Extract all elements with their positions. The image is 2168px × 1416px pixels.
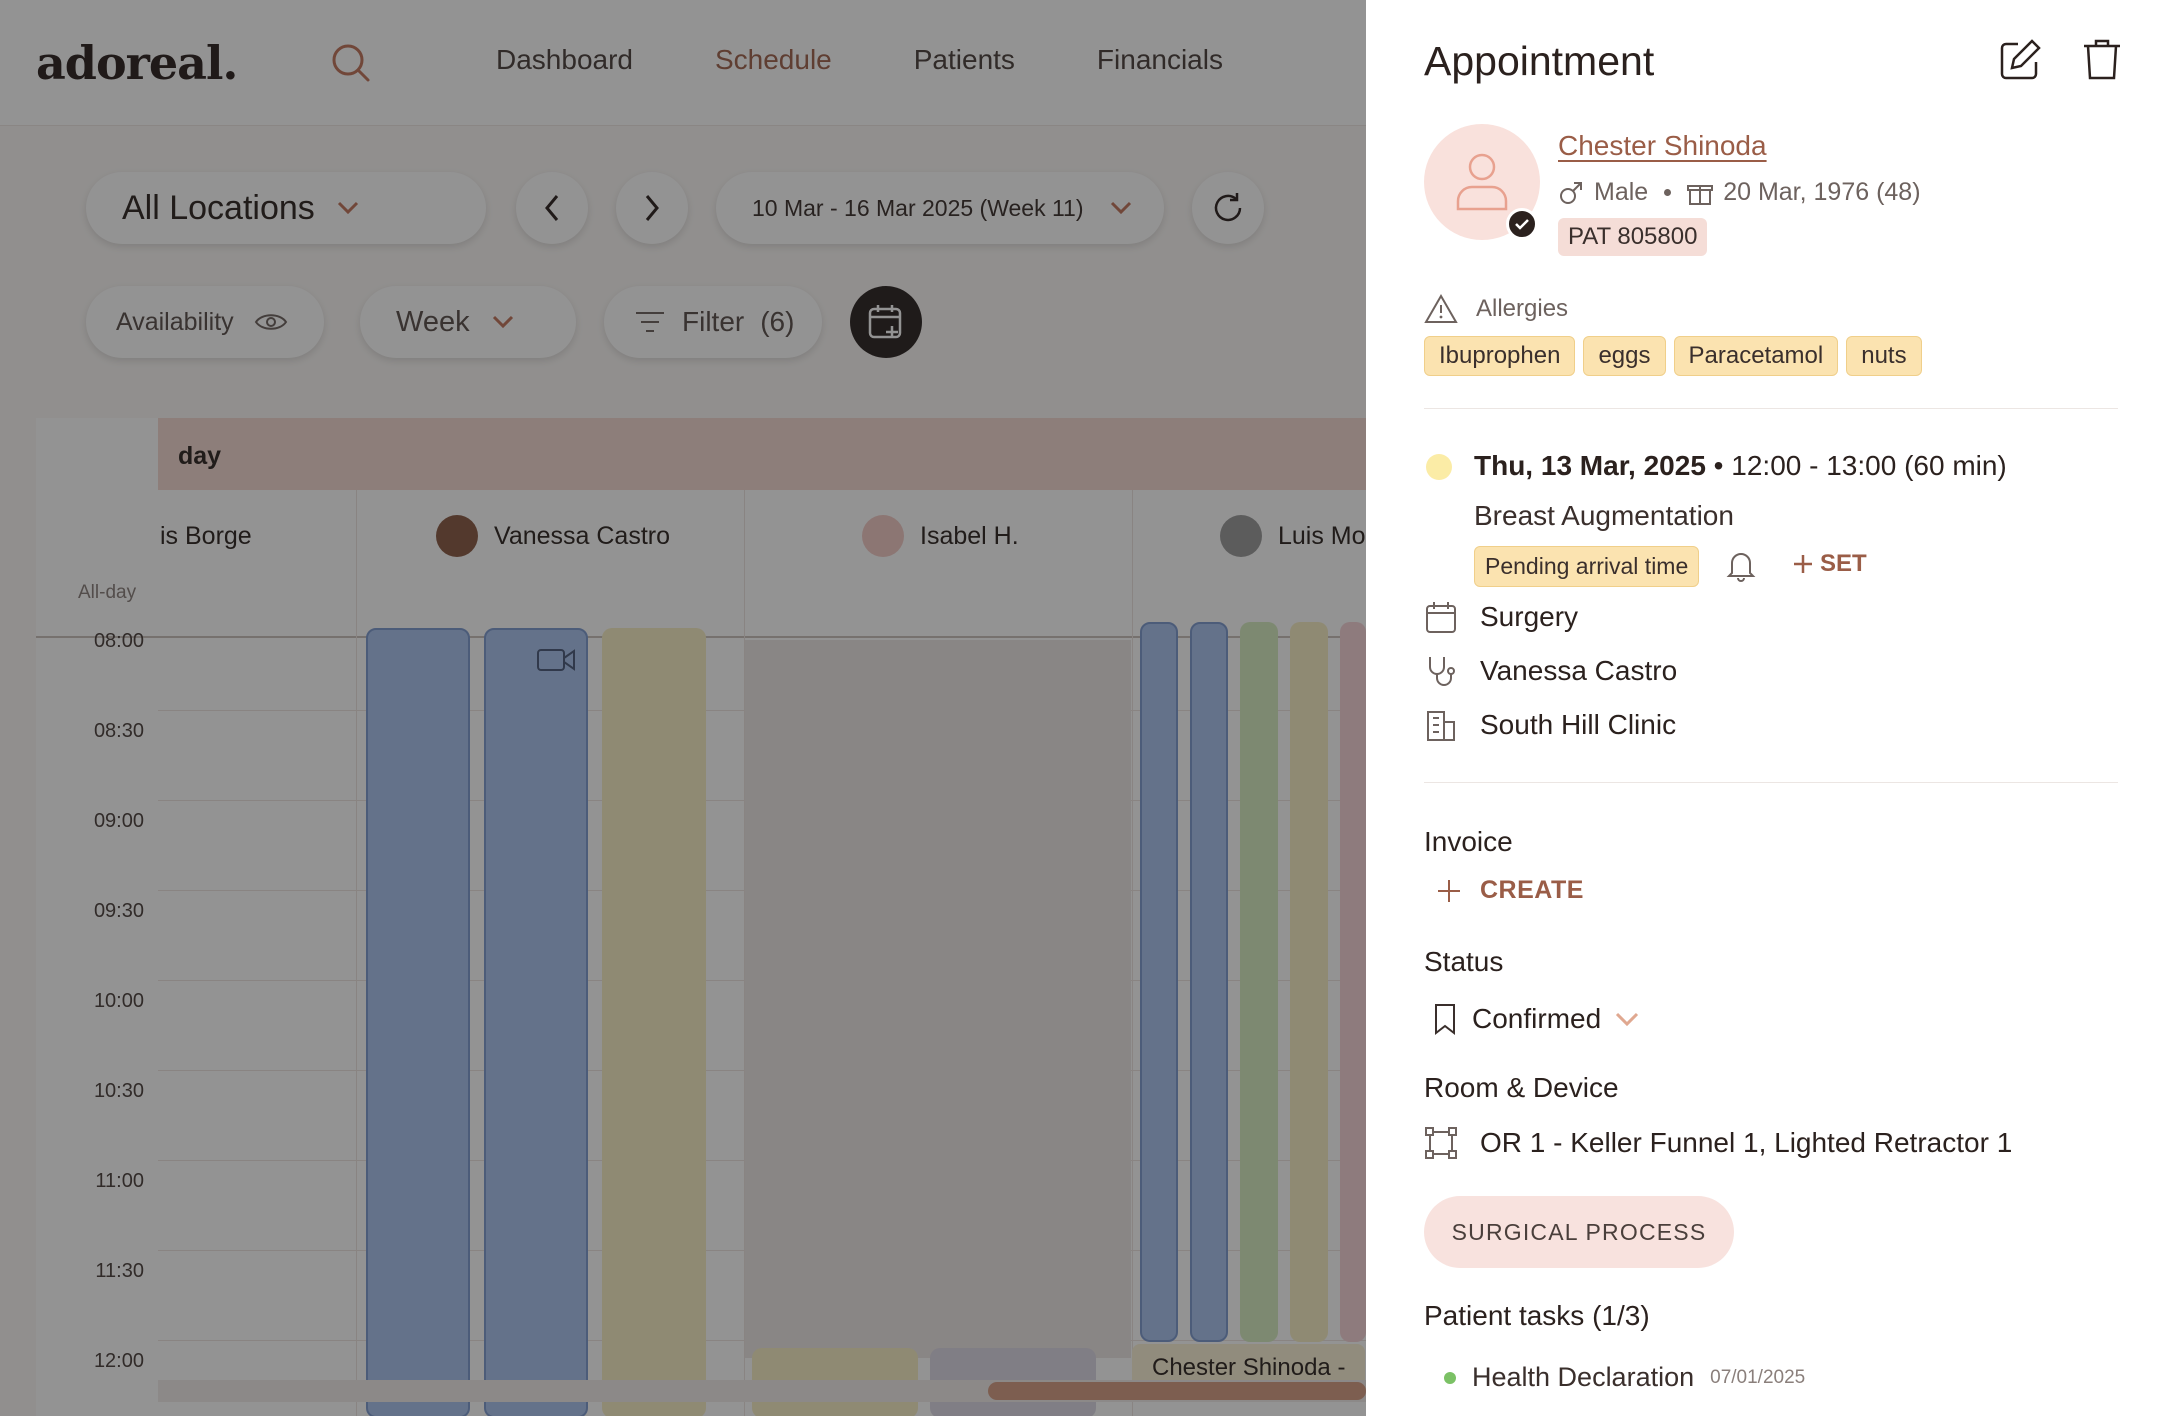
status-select[interactable]: Confirmed bbox=[1432, 1002, 1639, 1036]
verified-badge bbox=[1506, 208, 1538, 240]
patient-tasks-label: Patient tasks (1/3) bbox=[1424, 1300, 1650, 1331]
plus-icon bbox=[1794, 555, 1812, 573]
allergy-tag: nuts bbox=[1846, 336, 1922, 376]
building-icon bbox=[1427, 711, 1455, 741]
calendar-icon bbox=[1426, 602, 1456, 633]
appointment-datetime: Thu, 13 Mar, 2025 • 12:00 - 13:00 (60 mi… bbox=[1474, 450, 2007, 481]
room-device-row: OR 1 - Keller Funnel 1, Lighted Retracto… bbox=[1424, 1126, 2012, 1160]
user-icon bbox=[1456, 153, 1508, 211]
set-label: SET bbox=[1820, 550, 1867, 577]
divider bbox=[1424, 408, 2118, 409]
panel-title: Appointment bbox=[1424, 38, 1655, 84]
trash-icon[interactable] bbox=[2078, 36, 2126, 84]
plus-icon bbox=[1438, 879, 1460, 902]
warning-icon bbox=[1424, 294, 1458, 323]
appointment-type-row: Surgery bbox=[1424, 600, 1578, 634]
appointment-color-dot bbox=[1426, 454, 1452, 480]
allergy-tag: Paracetamol bbox=[1673, 336, 1839, 376]
appointment-type: Surgery bbox=[1480, 601, 1579, 632]
stethoscope-icon bbox=[1429, 657, 1455, 686]
surgical-process-button[interactable]: SURGICAL PROCESS bbox=[1424, 1196, 1734, 1268]
room-device-value: OR 1 - Keller Funnel 1, Lighted Retracto… bbox=[1480, 1127, 2013, 1158]
patient-gender: Male bbox=[1594, 178, 1649, 206]
patient-id-badge: PAT 805800 bbox=[1558, 218, 1708, 256]
separator-dot bbox=[1664, 189, 1672, 196]
create-label: CREATE bbox=[1480, 876, 1584, 904]
patient-dob: 20 Mar, 1976 (48) bbox=[1723, 178, 1921, 206]
task-status-dot bbox=[1444, 1371, 1456, 1384]
set-arrival-button[interactable]: SET bbox=[1792, 550, 1867, 578]
male-icon bbox=[1560, 181, 1582, 204]
room-device-label: Room & Device bbox=[1424, 1072, 1619, 1103]
invoice-label: Invoice bbox=[1424, 826, 1513, 857]
bell-icon[interactable] bbox=[1724, 548, 1758, 582]
allergy-tags: Ibuprophen eggs Paracetamol nuts bbox=[1424, 336, 1922, 376]
room-icon bbox=[1425, 1127, 1457, 1159]
patient-meta: Male 20 Mar, 1976 (48) bbox=[1558, 178, 1921, 207]
status-value: Confirmed bbox=[1472, 1003, 1602, 1034]
appointment-panel: Appointment Chester Shinoda Male 20 Mar,… bbox=[1366, 0, 2168, 1416]
allergy-tag: eggs bbox=[1583, 336, 1666, 376]
appointment-procedure: Breast Augmentation bbox=[1474, 500, 1734, 531]
task-item[interactable]: Health Declaration 07/01/2025 bbox=[1444, 1362, 1805, 1393]
task-date: 07/01/2025 bbox=[1710, 1366, 1806, 1388]
chevron-down-icon bbox=[1616, 1012, 1639, 1027]
bookmark-icon bbox=[1435, 1004, 1455, 1036]
appointment-time: 12:00 - 13:00 (60 min) bbox=[1731, 450, 2007, 481]
allergies-header: Allergies bbox=[1424, 294, 1568, 324]
modal-backdrop[interactable] bbox=[0, 0, 1366, 1416]
arrival-status-badge: Pending arrival time bbox=[1474, 546, 1700, 587]
task-name: Health Declaration bbox=[1472, 1362, 1695, 1392]
allergies-label: Allergies bbox=[1476, 295, 1569, 322]
divider bbox=[1424, 782, 2118, 783]
appointment-location: South Hill Clinic bbox=[1480, 709, 1677, 740]
gift-icon bbox=[1687, 184, 1714, 205]
location-row: South Hill Clinic bbox=[1424, 708, 1676, 742]
patient-name-link[interactable]: Chester Shinoda bbox=[1558, 130, 1767, 162]
appointment-provider: Vanessa Castro bbox=[1480, 655, 1678, 686]
allergy-tag: Ibuprophen bbox=[1424, 336, 1576, 376]
check-icon bbox=[1515, 219, 1529, 230]
appointment-date: Thu, 13 Mar, 2025 bbox=[1474, 450, 1706, 481]
provider-row: Vanessa Castro bbox=[1424, 654, 1677, 688]
create-invoice-button[interactable]: CREATE bbox=[1436, 876, 1584, 905]
status-label: Status bbox=[1424, 946, 1504, 977]
edit-icon[interactable] bbox=[1996, 36, 2044, 84]
